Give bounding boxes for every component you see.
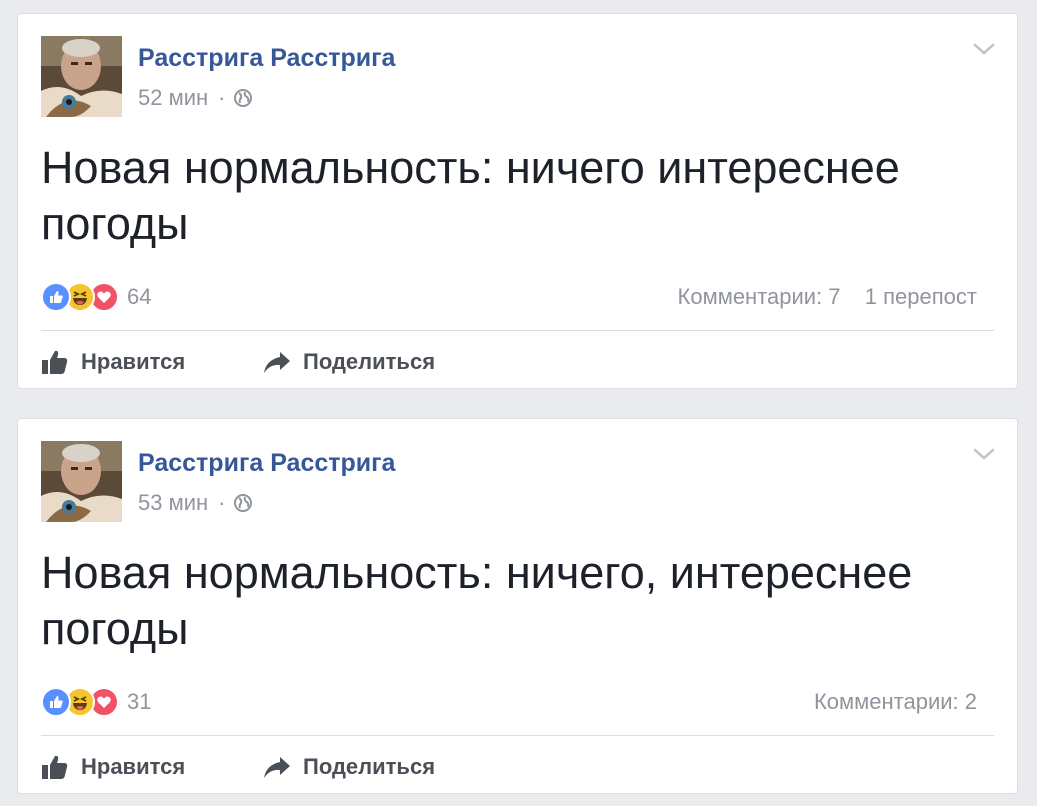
post-options-chevron-icon[interactable] — [971, 40, 997, 58]
shares-count-link[interactable]: 1 перепост — [865, 284, 977, 309]
reactions-summary[interactable]: 31 — [41, 687, 151, 717]
reaction-count: 64 — [127, 284, 152, 309]
post-actions: Нравится Поделиться — [41, 346, 435, 378]
comments-count-link[interactable]: Комментарии: 2 — [814, 689, 977, 714]
divider — [41, 330, 994, 331]
post-time[interactable]: 52 мин — [138, 85, 208, 111]
author-name[interactable]: Расстрига Расстрига — [138, 449, 395, 478]
like-button[interactable]: Нравится — [41, 754, 263, 780]
post-actions: Нравится Поделиться — [41, 751, 435, 783]
meta-separator: · — [218, 490, 226, 515]
post-time[interactable]: 53 мин — [138, 490, 208, 516]
author-name[interactable]: Расстрига Расстрига — [138, 44, 395, 73]
globe-icon[interactable] — [233, 88, 253, 108]
share-arrow-icon — [263, 349, 291, 375]
divider — [41, 735, 994, 736]
post-card: Расстрига Расстрига 53 мин · Новая норма… — [17, 418, 1018, 794]
like-button[interactable]: Нравится — [41, 349, 263, 375]
post-stats: Комментарии: 7 1 перепост — [678, 284, 977, 310]
thumbs-up-icon — [41, 754, 69, 780]
author-avatar[interactable] — [41, 36, 122, 117]
reactions-summary[interactable]: 64 — [41, 282, 151, 312]
like-button-label: Нравится — [81, 754, 186, 779]
thumbs-up-icon — [41, 349, 69, 375]
post-options-chevron-icon[interactable] — [971, 445, 997, 463]
share-button[interactable]: Поделиться — [263, 754, 435, 780]
author-avatar[interactable] — [41, 441, 122, 522]
like-reaction-icon — [41, 687, 71, 717]
share-button[interactable]: Поделиться — [263, 349, 435, 375]
post-card: Расстрига Расстрига 52 мин · Новая норма… — [17, 13, 1018, 389]
post-stats: Комментарии: 2 — [814, 689, 977, 715]
post-meta: 52 мин · — [138, 85, 253, 111]
news-feed: Расстрига Расстрига 52 мин · Новая норма… — [0, 0, 1037, 806]
share-button-label: Поделиться — [303, 349, 436, 374]
post-message: Новая нормальность: ничего интереснее по… — [41, 142, 900, 249]
globe-icon[interactable] — [233, 493, 253, 513]
share-button-label: Поделиться — [303, 754, 436, 779]
comments-count-link[interactable]: Комментарии: 7 — [678, 284, 841, 309]
post-message: Новая нормальность: ничего, интереснее п… — [41, 547, 913, 654]
post-meta: 53 мин · — [138, 490, 253, 516]
reaction-count: 31 — [127, 689, 152, 714]
like-reaction-icon — [41, 282, 71, 312]
share-arrow-icon — [263, 754, 291, 780]
meta-separator: · — [218, 85, 226, 110]
like-button-label: Нравится — [81, 349, 186, 374]
